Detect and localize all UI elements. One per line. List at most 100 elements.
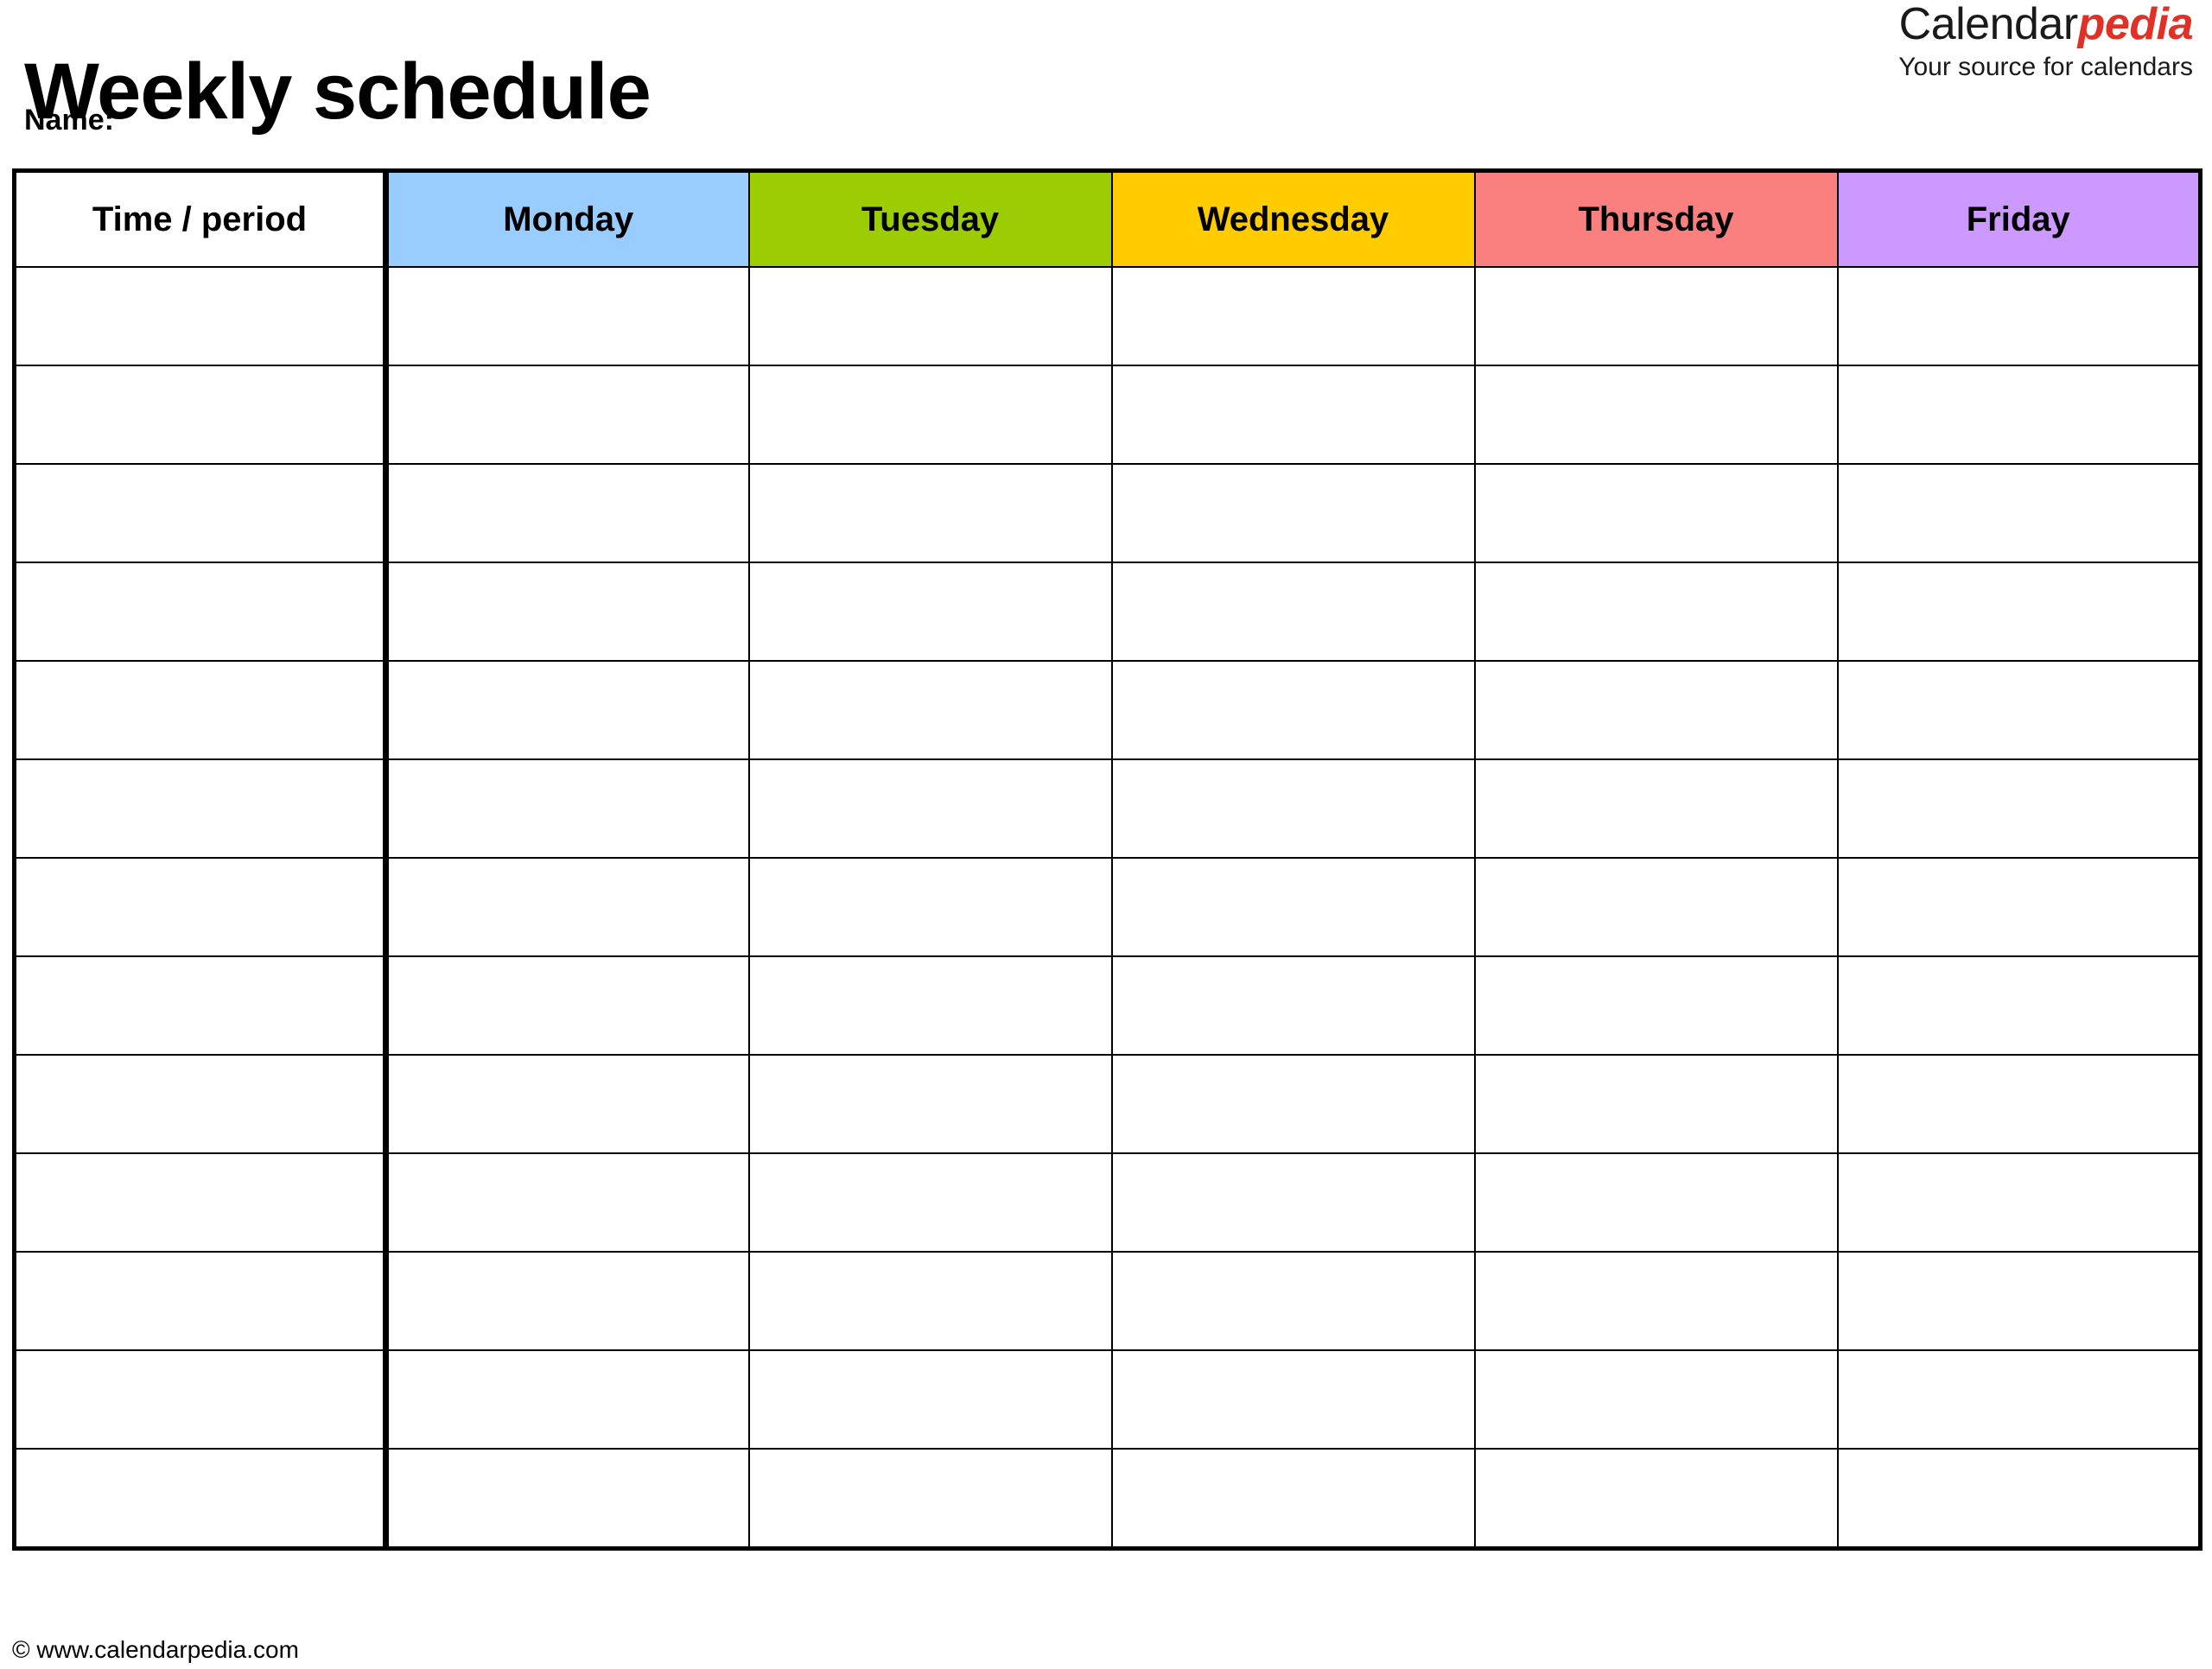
weekly-schedule-page: Weekly schedule Name: Calendarpedia Your… xyxy=(0,0,2212,1669)
cell-thursday[interactable] xyxy=(1473,955,1839,1056)
cell-monday[interactable] xyxy=(385,365,750,465)
cell-tuesday[interactable] xyxy=(747,955,1113,1056)
cell-friday[interactable] xyxy=(1836,1152,2202,1253)
brand-wordmark: Calendarpedia xyxy=(1898,0,2194,49)
cell-thursday[interactable] xyxy=(1473,562,1839,662)
cell-monday[interactable] xyxy=(385,660,750,760)
cell-tuesday[interactable] xyxy=(747,1349,1113,1450)
table-row xyxy=(13,955,2202,1056)
brand-tagline: Your source for calendars xyxy=(1898,53,2193,82)
cell-wednesday[interactable] xyxy=(1110,1349,1476,1450)
cell-monday[interactable] xyxy=(385,1349,750,1450)
cell-friday[interactable] xyxy=(1836,1251,2202,1351)
cell-thursday[interactable] xyxy=(1473,857,1839,957)
cell-tuesday[interactable] xyxy=(747,463,1113,563)
cell-thursday[interactable] xyxy=(1473,365,1839,465)
cell-monday[interactable] xyxy=(385,1152,750,1253)
column-header-tuesday: Tuesday xyxy=(747,169,1113,268)
cell-friday[interactable] xyxy=(1836,1054,2202,1154)
cell-time[interactable] xyxy=(13,365,389,465)
cell-thursday[interactable] xyxy=(1473,1152,1839,1253)
cell-tuesday[interactable] xyxy=(747,1054,1113,1154)
cell-monday[interactable] xyxy=(385,1448,750,1550)
cell-monday[interactable] xyxy=(385,1054,750,1154)
column-header-thursday: Thursday xyxy=(1473,169,1839,268)
cell-friday[interactable] xyxy=(1836,266,2202,366)
cell-monday[interactable] xyxy=(385,562,750,662)
cell-thursday[interactable] xyxy=(1473,660,1839,760)
cell-thursday[interactable] xyxy=(1473,463,1839,563)
cell-thursday[interactable] xyxy=(1473,1349,1839,1450)
cell-monday[interactable] xyxy=(385,857,750,957)
cell-time[interactable] xyxy=(13,463,389,563)
table-row xyxy=(13,365,2202,465)
schedule-table-container: Time / period Monday Tuesday Wednesday Thurs… xyxy=(12,168,2202,1551)
table-row xyxy=(13,266,2202,366)
cell-time[interactable] xyxy=(13,1448,389,1550)
cell-friday[interactable] xyxy=(1836,1349,2202,1450)
cell-monday[interactable] xyxy=(385,1251,750,1351)
cell-time[interactable] xyxy=(13,562,389,662)
cell-wednesday[interactable] xyxy=(1110,1152,1476,1253)
cell-time[interactable] xyxy=(13,955,389,1056)
cell-monday[interactable] xyxy=(385,266,750,366)
column-header-friday: Friday xyxy=(1836,169,2202,268)
cell-monday[interactable] xyxy=(385,955,750,1056)
cell-time[interactable] xyxy=(13,660,389,760)
cell-time[interactable] xyxy=(13,1152,389,1253)
footer-copyright[interactable]: © www.calendarpedia.com xyxy=(12,1636,299,1664)
cell-friday[interactable] xyxy=(1836,562,2202,662)
cell-wednesday[interactable] xyxy=(1110,1251,1476,1351)
cell-friday[interactable] xyxy=(1836,463,2202,563)
cell-tuesday[interactable] xyxy=(747,365,1113,465)
cell-time[interactable] xyxy=(13,1251,389,1351)
cell-wednesday[interactable] xyxy=(1110,266,1476,366)
table-row xyxy=(13,562,2202,662)
cell-thursday[interactable] xyxy=(1473,758,1839,859)
column-header-monday: Monday xyxy=(385,169,750,268)
cell-friday[interactable] xyxy=(1836,758,2202,859)
cell-time[interactable] xyxy=(13,1054,389,1154)
cell-friday[interactable] xyxy=(1836,365,2202,465)
cell-thursday[interactable] xyxy=(1473,1054,1839,1154)
cell-wednesday[interactable] xyxy=(1110,857,1476,957)
cell-wednesday[interactable] xyxy=(1110,1054,1476,1154)
cell-thursday[interactable] xyxy=(1473,1251,1839,1351)
cell-wednesday[interactable] xyxy=(1110,463,1476,563)
cell-time[interactable] xyxy=(13,857,389,957)
cell-time[interactable] xyxy=(13,266,389,366)
cell-tuesday[interactable] xyxy=(747,758,1113,859)
cell-tuesday[interactable] xyxy=(747,266,1113,366)
cell-monday[interactable] xyxy=(385,463,750,563)
brand-word-accent: pedia xyxy=(2077,0,2194,49)
cell-time[interactable] xyxy=(13,1349,389,1450)
cell-time[interactable] xyxy=(13,758,389,859)
page-header: Weekly schedule Name: Calendarpedia Your… xyxy=(12,0,2200,168)
column-header-time: Time / period xyxy=(13,169,389,268)
cell-thursday[interactable] xyxy=(1473,266,1839,366)
cell-wednesday[interactable] xyxy=(1110,758,1476,859)
cell-wednesday[interactable] xyxy=(1110,955,1476,1056)
cell-wednesday[interactable] xyxy=(1110,660,1476,760)
cell-tuesday[interactable] xyxy=(747,1251,1113,1351)
cell-tuesday[interactable] xyxy=(747,562,1113,662)
table-row xyxy=(13,1054,2202,1154)
cell-tuesday[interactable] xyxy=(747,1152,1113,1253)
cell-friday[interactable] xyxy=(1836,955,2202,1056)
header-row: Time / period Monday Tuesday Wednesday Thurs… xyxy=(13,169,2202,268)
weekly-schedule-table: Time / period Monday Tuesday Wednesday Thurs… xyxy=(12,168,2202,1551)
table-body xyxy=(13,266,2202,1550)
cell-wednesday[interactable] xyxy=(1110,562,1476,662)
cell-wednesday[interactable] xyxy=(1110,1448,1476,1550)
calendarpedia-logo[interactable]: Calendarpedia Your source for calendars xyxy=(1898,0,2194,82)
cell-friday[interactable] xyxy=(1836,857,2202,957)
cell-tuesday[interactable] xyxy=(747,660,1113,760)
cell-wednesday[interactable] xyxy=(1110,365,1476,465)
cell-tuesday[interactable] xyxy=(747,1448,1113,1550)
cell-monday[interactable] xyxy=(385,758,750,859)
cell-friday[interactable] xyxy=(1836,660,2202,760)
cell-friday[interactable] xyxy=(1836,1448,2202,1550)
cell-tuesday[interactable] xyxy=(747,857,1113,957)
table-row xyxy=(13,1349,2202,1450)
cell-thursday[interactable] xyxy=(1473,1448,1839,1550)
